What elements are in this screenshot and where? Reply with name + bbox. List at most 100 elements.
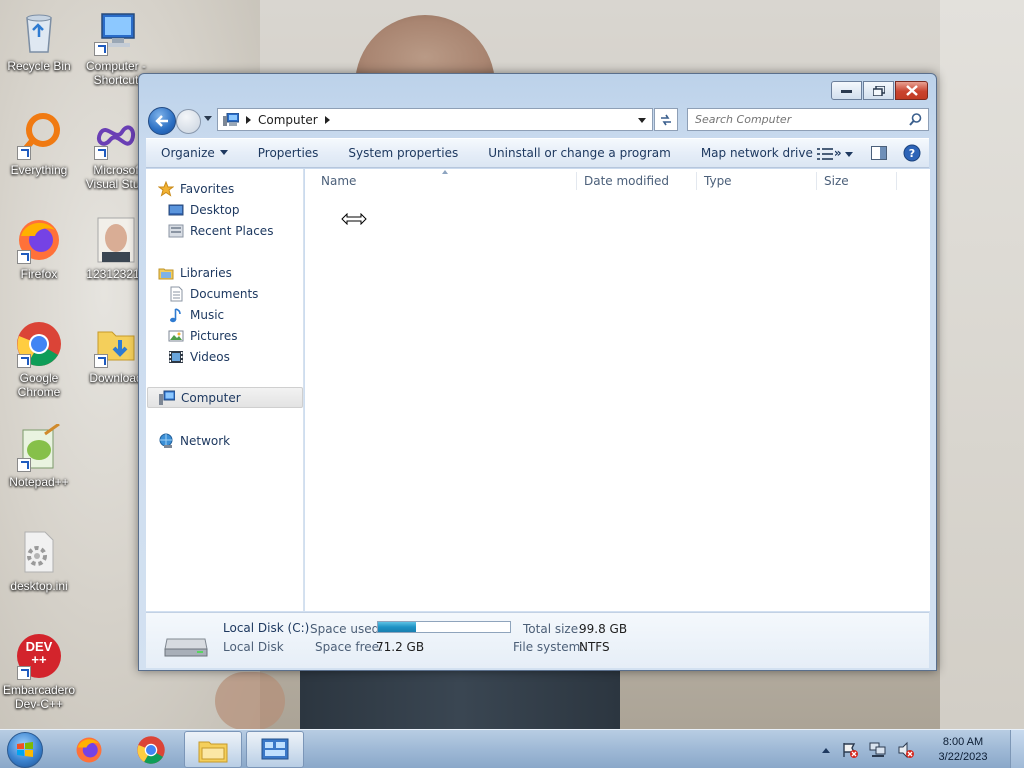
close-button[interactable] (895, 81, 928, 100)
everything-icon (15, 112, 63, 160)
desktop-icon-label: Everything (10, 163, 68, 177)
navigation-pane: Favorites Desktop Recent Places Librarie… (146, 169, 304, 611)
start-button[interactable] (4, 730, 46, 768)
refresh-button[interactable] (654, 108, 678, 131)
shortcut-arrow-icon (17, 146, 31, 160)
breadcrumb-separator-icon[interactable] (246, 115, 251, 124)
action-center-flag-icon[interactable] (841, 741, 859, 759)
map-network-drive-button[interactable]: Map network drive (686, 138, 828, 168)
desktop-icon-chrome[interactable]: Google Chrome (1, 320, 77, 399)
taskbar: 8:00 AM 3/22/2023 (0, 729, 1024, 768)
downloads-folder-icon (92, 320, 140, 368)
desktop-icon-label: desktop.ini (10, 579, 68, 593)
system-properties-button[interactable]: System properties (333, 138, 473, 168)
taskbar-control-panel[interactable] (246, 731, 304, 768)
preview-pane-icon (871, 145, 887, 160)
computer-icon (159, 390, 175, 405)
nav-recent-places[interactable]: Recent Places (168, 220, 273, 241)
clock-date: 3/22/2023 (938, 750, 988, 763)
help-button[interactable]: ? (897, 144, 929, 165)
search-box[interactable] (687, 108, 929, 131)
desktop-icon-desktop-ini[interactable]: desktop.ini (1, 528, 77, 593)
minimize-icon (841, 89, 852, 93)
nav-documents[interactable]: Documents (168, 283, 258, 304)
shortcut-arrow-icon (17, 458, 31, 472)
show-hidden-icons-chevron-icon[interactable] (821, 746, 831, 754)
windows-logo-icon (7, 731, 43, 768)
clock[interactable]: 8:00 AM 3/22/2023 (920, 735, 1006, 765)
nav-desktop[interactable]: Desktop (168, 199, 240, 220)
column-header-type[interactable]: Type (696, 169, 816, 193)
nav-libraries[interactable]: Libraries (158, 262, 232, 283)
maximize-icon (872, 85, 885, 96)
nav-network[interactable]: Network (158, 430, 230, 451)
desktop-folder-icon (168, 204, 184, 215)
nav-pictures[interactable]: Pictures (168, 325, 238, 346)
navigation-bar: Computer (146, 105, 929, 135)
explorer-window: Computer Organize Properties System prop… (138, 73, 937, 671)
desktop-icon-dev-cpp[interactable]: DEV ++ Embarcadero Dev-C++ (1, 632, 77, 711)
notepad-plus-plus-icon (15, 422, 63, 472)
wallpaper-figure-body (300, 668, 620, 730)
taskbar-firefox[interactable] (60, 731, 118, 768)
chrome-icon (15, 320, 63, 368)
star-icon (158, 180, 174, 197)
desktop-icon-label: Embarcadero Dev-C++ (2, 683, 76, 711)
space-used-fill (378, 622, 417, 632)
music-icon (170, 307, 181, 322)
nav-computer[interactable]: Computer (147, 387, 303, 408)
caption-buttons (830, 81, 928, 100)
nav-recent-label: Recent Places (190, 223, 274, 238)
column-divider[interactable] (896, 172, 897, 190)
address-history-dropdown[interactable] (638, 118, 646, 123)
taskbar-explorer[interactable] (184, 731, 242, 768)
file-system-value: NTFS (579, 640, 610, 654)
desktop-icon-label: Google Chrome (17, 371, 61, 399)
view-controls: ? (809, 139, 929, 169)
desktop-icon-notepad-plus-plus[interactable]: Notepad++ (1, 422, 77, 489)
desktop-icon-everything[interactable]: Everything (1, 112, 77, 177)
back-button[interactable] (148, 107, 176, 135)
column-header-date-modified[interactable]: Date modified (576, 169, 696, 193)
desktop-icon-label: Notepad++ (9, 475, 69, 489)
organize-menu[interactable]: Organize (146, 138, 243, 168)
nav-favorites[interactable]: Favorites (158, 178, 234, 199)
breadcrumb-separator-icon[interactable] (324, 115, 330, 124)
network-icon (159, 433, 173, 448)
column-header-size[interactable]: Size (816, 169, 896, 193)
recent-pages-dropdown[interactable] (204, 116, 212, 121)
properties-button[interactable]: Properties (243, 138, 334, 168)
clock-time: 8:00 AM (942, 735, 984, 748)
nav-network-label: Network (180, 433, 231, 448)
search-input[interactable] (688, 109, 898, 130)
address-bar[interactable]: Computer (217, 108, 653, 131)
nav-videos-label: Videos (190, 349, 230, 364)
pictures-icon (168, 330, 184, 341)
nav-music-label: Music (190, 307, 225, 322)
nav-videos[interactable]: Videos (168, 346, 230, 367)
minimize-button[interactable] (831, 81, 862, 100)
show-desktop-button[interactable] (1010, 730, 1024, 768)
change-view-button[interactable] (809, 148, 861, 160)
preview-pane-button[interactable] (861, 145, 897, 163)
nav-music[interactable]: Music (168, 304, 224, 325)
search-icon[interactable] (909, 113, 922, 126)
close-icon (905, 85, 918, 96)
network-status-icon[interactable] (869, 741, 887, 759)
libraries-icon (158, 268, 174, 279)
volume-muted-icon[interactable] (897, 741, 915, 759)
breadcrumb-computer[interactable]: Computer (258, 113, 318, 127)
view-details-icon (817, 148, 833, 160)
firefox-icon (15, 216, 63, 264)
forward-button[interactable] (176, 109, 201, 134)
uninstall-program-button[interactable]: Uninstall or change a program (473, 138, 686, 168)
chevron-down-icon (219, 150, 228, 155)
space-free-label: Space free: (315, 640, 384, 654)
help-icon: ? (903, 144, 921, 161)
desktop-icon-label: Recycle Bin (7, 59, 71, 73)
maximize-button[interactable] (863, 81, 894, 100)
desktop-icon-recycle-bin[interactable]: Recycle Bin (1, 8, 77, 73)
taskbar-chrome[interactable] (122, 731, 180, 768)
desktop-icon-firefox[interactable]: Firefox (1, 216, 77, 281)
videos-icon (169, 350, 183, 363)
